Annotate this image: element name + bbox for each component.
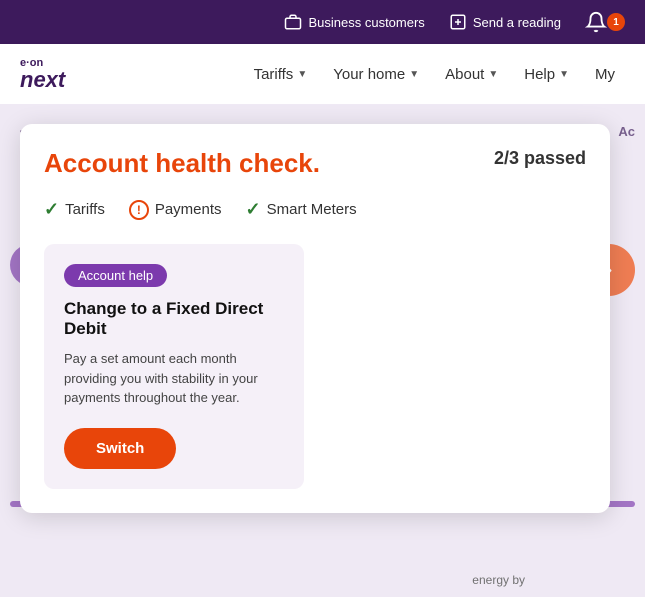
switch-button[interactable]: Switch <box>64 428 176 469</box>
card-badge: Account help <box>64 264 167 287</box>
modal-score: 2/3 passed <box>494 148 586 169</box>
nav-your-home[interactable]: Your home ▼ <box>323 60 429 89</box>
send-reading-label: Send a reading <box>473 15 561 30</box>
tariffs-pass-icon: ✓ <box>44 199 59 220</box>
briefcase-icon <box>284 13 302 31</box>
card-description: Pay a set amount each month providing yo… <box>64 349 284 408</box>
help-chevron-icon: ▼ <box>559 69 569 80</box>
nav-help[interactable]: Help ▼ <box>514 60 579 89</box>
nav-tariffs[interactable]: Tariffs ▼ <box>244 60 318 89</box>
payments-warning-icon: ! <box>129 200 149 220</box>
tariffs-chevron-icon: ▼ <box>297 69 307 80</box>
card-title: Change to a Fixed Direct Debit <box>64 299 284 339</box>
your-home-chevron-icon: ▼ <box>409 69 419 80</box>
about-chevron-icon: ▼ <box>488 69 498 80</box>
bell-icon <box>585 11 607 33</box>
meter-icon <box>449 13 467 31</box>
notification-badge: 1 <box>607 13 625 31</box>
send-reading-link[interactable]: Send a reading <box>449 13 561 31</box>
page-background: We 192 G... Ac t paym payme ment is s af… <box>0 104 645 597</box>
payments-check-label: Payments <box>155 201 222 218</box>
nav-items: Tariffs ▼ Your home ▼ About ▼ Help ▼ My <box>244 60 625 89</box>
modal-overlay: Account health check. 2/3 passed ✓ Tarif… <box>0 104 645 597</box>
check-payments: ! Payments <box>129 200 222 220</box>
logo[interactable]: e·on next <box>20 58 65 91</box>
smart-meters-pass-icon: ✓ <box>246 199 261 220</box>
nav-bar: e·on next Tariffs ▼ Your home ▼ About ▼ … <box>0 44 645 104</box>
modal-title: Account health check. <box>44 148 320 179</box>
logo-next-text: next <box>20 69 65 91</box>
health-check-modal: Account health check. 2/3 passed ✓ Tarif… <box>20 124 610 513</box>
nav-about[interactable]: About ▼ <box>435 60 508 89</box>
tariffs-check-label: Tariffs <box>65 201 105 218</box>
recommendation-card: Account help Change to a Fixed Direct De… <box>44 244 304 489</box>
smart-meters-check-label: Smart Meters <box>267 201 357 218</box>
modal-header: Account health check. 2/3 passed <box>44 148 586 179</box>
check-items: ✓ Tariffs ! Payments ✓ Smart Meters <box>44 199 586 220</box>
nav-my[interactable]: My <box>585 60 625 89</box>
top-bar: Business customers Send a reading 1 <box>0 0 645 44</box>
notifications-wrapper[interactable]: 1 <box>585 11 625 33</box>
business-customers-link[interactable]: Business customers <box>284 13 424 31</box>
check-smart-meters: ✓ Smart Meters <box>246 199 357 220</box>
business-customers-label: Business customers <box>308 15 424 30</box>
check-tariffs: ✓ Tariffs <box>44 199 105 220</box>
